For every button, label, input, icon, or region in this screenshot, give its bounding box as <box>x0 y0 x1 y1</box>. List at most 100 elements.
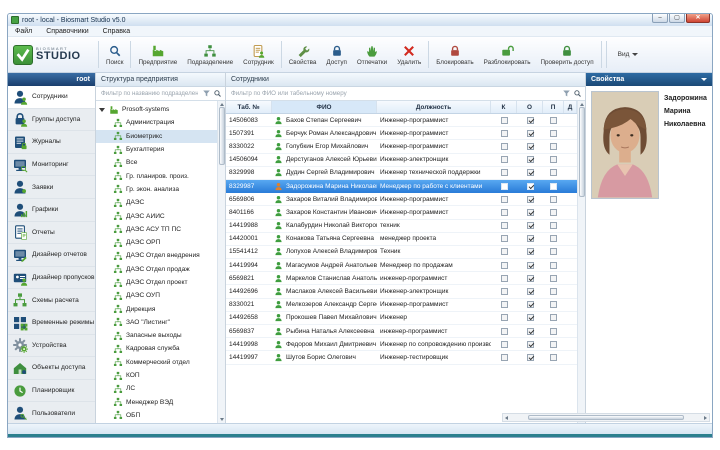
horizontal-scroll-thumb[interactable] <box>528 415 684 420</box>
tree-node[interactable]: ЗАО "Листинг" <box>96 316 217 329</box>
column-header-0[interactable]: Таб. № <box>226 101 272 113</box>
toolbar-button-unlock[interactable]: Разблокировать <box>479 37 536 72</box>
tree-node[interactable]: Запасные выходы <box>96 329 217 342</box>
checkbox[interactable] <box>527 222 534 229</box>
checkbox[interactable] <box>527 262 534 269</box>
employees-scrollbar[interactable] <box>577 101 585 423</box>
toolbar-button-lock[interactable]: Блокировать <box>431 37 478 72</box>
sidebar-item-access-groups[interactable]: Группы доступа <box>8 109 95 132</box>
checkbox[interactable] <box>501 262 508 269</box>
checkbox[interactable] <box>527 117 534 124</box>
toolbar-button-fingerprints[interactable]: Отпечатки <box>352 37 392 72</box>
horizontal-scrollbar[interactable] <box>502 413 710 422</box>
checkbox[interactable] <box>527 248 534 255</box>
menu-item-0[interactable]: Файл <box>8 28 39 35</box>
menu-item-2[interactable]: Справка <box>96 28 137 35</box>
tree-node[interactable]: ДАЭС Отдел продаж <box>96 263 217 276</box>
toolbar-button-check-access[interactable]: Проверить доступ <box>536 37 599 72</box>
toolbar-button-search[interactable]: Поиск <box>101 37 128 72</box>
table-row[interactable]: 14506094Дерстуганов Алексей ЮрьевичИнжен… <box>226 154 577 167</box>
table-row[interactable]: 8330021Мелкозеров Александр СергеевичИнж… <box>226 299 577 312</box>
checkbox[interactable] <box>527 169 534 176</box>
checkbox[interactable] <box>550 117 557 124</box>
sidebar-item-journals[interactable]: Журналы <box>8 131 95 154</box>
sidebar-item-scheduler[interactable]: Планировщик <box>8 380 95 403</box>
scroll-right-icon[interactable] <box>704 416 707 420</box>
checkbox[interactable] <box>550 275 557 282</box>
table-row[interactable]: 1507391Берчук Роман АлександровичИнженер… <box>226 127 577 140</box>
toolbar-button-employee[interactable]: Сотрудник <box>238 37 279 72</box>
sidebar-item-report-designer[interactable]: Дизайнер отчетов <box>8 244 95 267</box>
toolbar-button-properties[interactable]: Свойства <box>284 37 322 72</box>
table-row[interactable]: 14419997Шутов Борис ОлеговичИнженер-тест… <box>226 351 577 364</box>
tree-scroll-thumb[interactable] <box>219 107 225 165</box>
table-row[interactable]: 15541412Лопухов Алексей ВладимировичТехн… <box>226 246 577 259</box>
checkbox[interactable] <box>501 301 508 308</box>
employees-scroll-thumb[interactable] <box>579 107 585 197</box>
table-row[interactable]: 6569837Рыбина Наталья Алексеевнаинженер-… <box>226 325 577 338</box>
filter-funnel-icon[interactable] <box>562 89 571 98</box>
scroll-up-icon[interactable] <box>580 103 584 106</box>
column-header-4[interactable]: О <box>517 101 543 113</box>
tree-node[interactable]: ДАЭС АИИС <box>96 209 217 222</box>
table-row[interactable]: 8401166Захаров Константин ИвановичИнжене… <box>226 206 577 219</box>
checkbox[interactable] <box>501 143 508 150</box>
table-row[interactable]: 8330022Голубкин Егор МихайловичИнженер-п… <box>226 140 577 153</box>
tree-node[interactable]: ДАЭС <box>96 196 217 209</box>
checkbox[interactable] <box>550 248 557 255</box>
checkbox[interactable] <box>501 130 508 137</box>
sidebar-item-users[interactable]: Пользователи <box>8 402 95 423</box>
checkbox[interactable] <box>501 275 508 282</box>
table-row[interactable]: 8329998Дудин Сергей ВладимировичИнженер … <box>226 167 577 180</box>
table-row[interactable]: 6569821Маркелов Станислав Анатольевичинж… <box>226 272 577 285</box>
search-icon[interactable] <box>573 89 582 98</box>
checkbox[interactable] <box>501 183 508 190</box>
checkbox[interactable] <box>527 314 534 321</box>
tree-node[interactable]: Биометрикс <box>96 130 217 143</box>
checkbox[interactable] <box>501 196 508 203</box>
column-header-2[interactable]: Должность <box>377 101 491 113</box>
checkbox[interactable] <box>527 196 534 203</box>
checkbox[interactable] <box>550 262 557 269</box>
checkbox[interactable] <box>550 354 557 361</box>
checkbox[interactable] <box>501 288 508 295</box>
tree-node[interactable]: Дирекция <box>96 302 217 315</box>
table-row[interactable]: 6569806Захаров Виталий ВладимировичИнжен… <box>226 193 577 206</box>
tree-node[interactable]: Администрация <box>96 116 217 129</box>
chevron-down-icon[interactable] <box>701 78 707 81</box>
checkbox[interactable] <box>527 143 534 150</box>
view-dropdown-button[interactable]: Вид <box>609 37 648 72</box>
tree-node[interactable]: Все <box>96 156 217 169</box>
table-row[interactable]: 14492658Прокошев Павел МихайловичИнженер <box>226 312 577 325</box>
checkbox[interactable] <box>501 209 508 216</box>
search-icon[interactable] <box>213 89 222 98</box>
tree-node[interactable]: КОП <box>96 369 217 382</box>
sidebar-item-calc-schemes[interactable]: Схемы расчета <box>8 289 95 312</box>
checkbox[interactable] <box>550 235 557 242</box>
checkbox[interactable] <box>501 169 508 176</box>
checkbox[interactable] <box>501 341 508 348</box>
checkbox[interactable] <box>550 209 557 216</box>
tree-node[interactable]: ОБП <box>96 409 217 422</box>
filter-funnel-icon[interactable] <box>202 89 211 98</box>
properties-panel-header[interactable]: Свойства <box>586 73 712 86</box>
tree-node[interactable]: ДАЭС ОРП <box>96 236 217 249</box>
scroll-up-icon[interactable] <box>220 103 224 106</box>
checkbox[interactable] <box>527 156 534 163</box>
checkbox[interactable] <box>550 156 557 163</box>
checkbox[interactable] <box>527 209 534 216</box>
checkbox[interactable] <box>527 341 534 348</box>
tree-node[interactable]: Гр. планиров. произ. <box>96 169 217 182</box>
toolbar-button-delete[interactable]: Удалить <box>392 37 426 72</box>
checkbox[interactable] <box>550 341 557 348</box>
minimize-button[interactable]: – <box>652 14 668 23</box>
checkbox[interactable] <box>527 288 534 295</box>
checkbox[interactable] <box>550 130 557 137</box>
checkbox[interactable] <box>527 235 534 242</box>
table-row[interactable]: 14419988Калабурдин Николай Викторовичтех… <box>226 220 577 233</box>
checkbox[interactable] <box>527 301 534 308</box>
column-header-3[interactable]: К <box>491 101 517 113</box>
tree-node[interactable]: ДАЭС Отдел внедрения <box>96 249 217 262</box>
menu-item-1[interactable]: Справочники <box>39 28 95 35</box>
maximize-button[interactable]: ▢ <box>669 14 685 23</box>
